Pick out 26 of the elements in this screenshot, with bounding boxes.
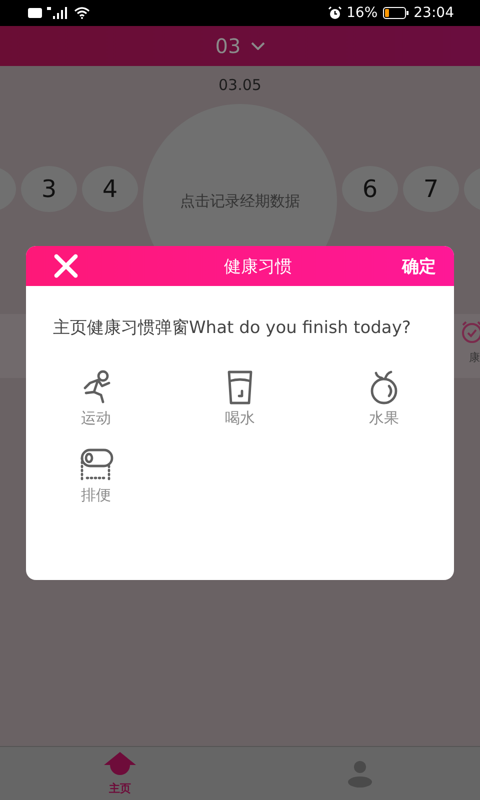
- shortcut-label: 康: [469, 350, 480, 365]
- dialog-title: 健康习惯: [224, 256, 292, 278]
- day-circle[interactable]: 3: [21, 166, 77, 212]
- wifi-icon: [74, 7, 90, 19]
- close-button[interactable]: [54, 254, 78, 278]
- habit-option[interactable]: 排便: [76, 446, 116, 506]
- signal-icon: [47, 7, 69, 19]
- habit-option[interactable]: 水果: [364, 369, 404, 428]
- chevron-down-icon: [250, 42, 265, 50]
- habit-option[interactable]: 运动: [76, 369, 116, 428]
- dialog-prompt: 主页健康习惯弹窗What do you finish today?: [52, 317, 412, 340]
- day-circle[interactable]: 6: [342, 166, 398, 212]
- clock-icon: [460, 320, 480, 344]
- day-circle[interactable]: 7: [403, 166, 459, 212]
- alarm-icon: [328, 6, 342, 20]
- battery-percent: 16%: [346, 5, 378, 21]
- day-circle[interactable]: 4: [82, 166, 138, 212]
- habit-option[interactable]: 喝水: [220, 369, 260, 428]
- clock-time: 23:04: [414, 5, 454, 21]
- close-icon: [54, 254, 78, 278]
- person-icon: [347, 758, 373, 788]
- date-label: 03.05: [218, 76, 262, 94]
- battery-icon: [382, 7, 409, 19]
- month-picker[interactable]: 03: [215, 34, 265, 58]
- home-tab[interactable]: 主页: [0, 747, 240, 800]
- confirm-button[interactable]: 确定: [402, 254, 436, 278]
